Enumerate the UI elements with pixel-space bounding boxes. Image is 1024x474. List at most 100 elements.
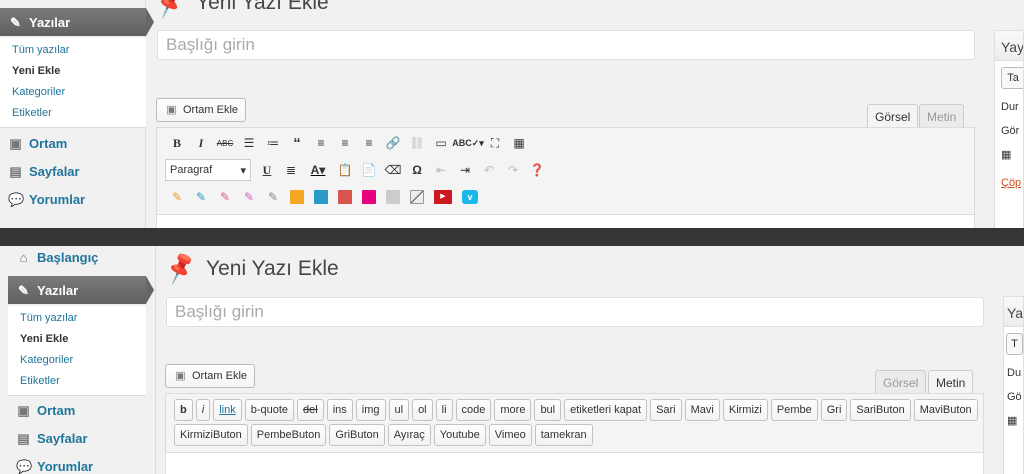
submenu-tags[interactable]: Etiketler [12,103,146,124]
unlink-icon[interactable]: ⛓ [405,132,429,154]
submenu-add-new[interactable]: Yeni Ekle [12,61,146,82]
undo-icon[interactable]: ↶ [477,159,501,181]
move-to-trash-link[interactable]: Çöp [995,171,1023,195]
redo-icon[interactable]: ↷ [501,159,525,181]
qt-button-yellow[interactable]: Sari [650,399,682,421]
highlighter-red-icon[interactable]: ✎ [213,186,237,208]
qt-button-li[interactable]: li [435,399,453,421]
text-color-icon[interactable]: A▾ [303,159,333,181]
menu-item-comments[interactable]: 💬 Yorumlar [8,453,93,474]
color-swatch-yellow[interactable] [290,190,304,204]
menu-item-media[interactable]: ▣ Ortam [0,130,67,156]
qt-button-code[interactable]: code [455,399,492,421]
align-left-icon[interactable]: ≡ [309,132,333,154]
tab-visual[interactable]: Görsel [875,370,927,394]
link-icon[interactable]: 🔗 [381,132,405,154]
qt-button-red-button[interactable]: KirmiziButon [174,424,248,446]
qt-button-find[interactable]: bul [534,399,562,421]
qt-button-img[interactable]: img [355,399,386,421]
highlighter-pink-icon[interactable]: ✎ [237,186,261,208]
menu-item-media[interactable]: ▣ Ortam [8,397,75,423]
special-char-icon[interactable]: Ω [405,159,429,181]
visibility-label: Gö [1007,391,1022,403]
kitchen-sink-icon[interactable]: ▦ [507,132,531,154]
tab-text[interactable]: Metin [928,370,974,394]
save-draft-button[interactable]: Ta [1001,67,1023,89]
save-draft-button[interactable]: T [1006,333,1023,355]
format-select[interactable]: Paragraf ▾ [165,159,251,181]
paste-word-icon[interactable]: 📄 [357,159,381,181]
help-icon[interactable]: ❓ [525,159,549,181]
qt-button-link[interactable]: link [213,399,242,421]
editor-content-area[interactable] [157,214,974,228]
align-center-icon[interactable]: ≡ [333,132,357,154]
align-right-icon[interactable]: ≡ [357,132,381,154]
menu-item-comments[interactable]: 💬 Yorumlar [0,186,85,212]
submenu-all-posts[interactable]: Tüm yazılar [12,40,146,61]
vimeo-icon[interactable]: v [462,190,478,204]
clear-formatting-icon[interactable]: ⌫ [381,159,405,181]
qt-button-del[interactable]: del [297,399,324,421]
qt-button-blue[interactable]: Mavi [684,399,720,421]
menu-item-dashboard[interactable]: ⌂ Başlangıç [8,246,99,270]
separator-icon[interactable] [410,190,424,204]
submenu-categories[interactable]: Kategoriler [12,82,146,103]
qt-button-red[interactable]: Kirmizi [722,399,768,421]
color-swatch-red[interactable] [338,190,352,204]
qt-button-gray-button[interactable]: GriButon [329,424,385,446]
editor-textarea[interactable] [166,452,983,474]
numbered-list-icon[interactable]: ≔ [261,132,285,154]
blockquote-icon[interactable]: “ [285,132,309,154]
qt-button-bold[interactable]: b [174,399,193,421]
post-title-input[interactable]: Başlığı girin [166,297,984,327]
qt-button-pink-button[interactable]: PembeButon [250,424,327,446]
qt-button-fullscreen[interactable]: tamekran [534,424,593,446]
qt-button-blue-button[interactable]: MaviButon [913,399,978,421]
qt-button-ol[interactable]: ol [412,399,433,421]
add-media-button[interactable]: ▣ Ortam Ekle [156,98,247,122]
underline-icon[interactable]: U [255,159,279,181]
tab-text[interactable]: Metin [919,104,965,128]
color-swatch-gray[interactable] [386,190,400,204]
qt-button-separator[interactable]: Ayıraç [387,424,431,446]
more-tag-icon[interactable]: ▭ [429,132,453,154]
qt-button-blockquote[interactable]: b-quote [244,399,295,421]
highlighter-gray-icon[interactable]: ✎ [261,186,285,208]
qt-button-ins[interactable]: ins [326,399,353,421]
qt-button-youtube[interactable]: Youtube [433,424,486,446]
qt-button-close-tags[interactable]: etiketleri kapat [564,399,648,421]
fullscreen-icon[interactable]: ⛶ [483,132,507,154]
paste-text-icon[interactable]: 📋 [333,159,357,181]
youtube-icon[interactable]: ▶ [434,190,452,204]
qt-button-italic[interactable]: i [195,399,211,421]
color-swatch-blue[interactable] [314,190,328,204]
submenu-categories[interactable]: Kategoriler [20,350,146,371]
spellcheck-icon[interactable]: ABC✓▾ [452,132,484,154]
submenu-add-new[interactable]: Yeni Ekle [20,329,146,350]
bold-icon[interactable]: B [165,132,189,154]
highlighter-blue-icon[interactable]: ✎ [189,186,213,208]
add-media-button[interactable]: ▣ Ortam Ekle [165,364,256,388]
submenu-all-posts[interactable]: Tüm yazılar [20,308,146,329]
indent-icon[interactable]: ⇥ [453,159,477,181]
italic-icon[interactable]: I [189,132,213,154]
qt-button-pink[interactable]: Pembe [770,399,818,421]
menu-item-pages[interactable]: ▤ Sayfalar [0,158,79,184]
tab-visual[interactable]: Görsel [867,104,919,128]
highlighter-yellow-icon[interactable]: ✎ [165,186,189,208]
strikethrough-icon[interactable]: ABC [213,132,237,154]
qt-button-vimeo[interactable]: Vimeo [488,424,532,446]
qt-button-yellow-button[interactable]: SariButon [850,399,911,421]
menu-item-posts[interactable]: ✎ Yazılar [0,8,154,36]
color-swatch-pink[interactable] [362,190,376,204]
menu-item-pages[interactable]: ▤ Sayfalar [8,425,87,451]
menu-item-posts[interactable]: ✎ Yazılar [8,276,154,304]
outdent-icon[interactable]: ⇤ [429,159,453,181]
bullet-list-icon[interactable]: ☰ [237,132,261,154]
qt-button-gray[interactable]: Gri [820,399,848,421]
submenu-tags[interactable]: Etiketler [20,371,146,392]
qt-button-more[interactable]: more [494,399,532,421]
justify-icon[interactable]: ≣ [279,159,303,181]
post-title-input[interactable]: Başlığı girin [157,30,975,60]
qt-button-ul[interactable]: ul [388,399,410,421]
